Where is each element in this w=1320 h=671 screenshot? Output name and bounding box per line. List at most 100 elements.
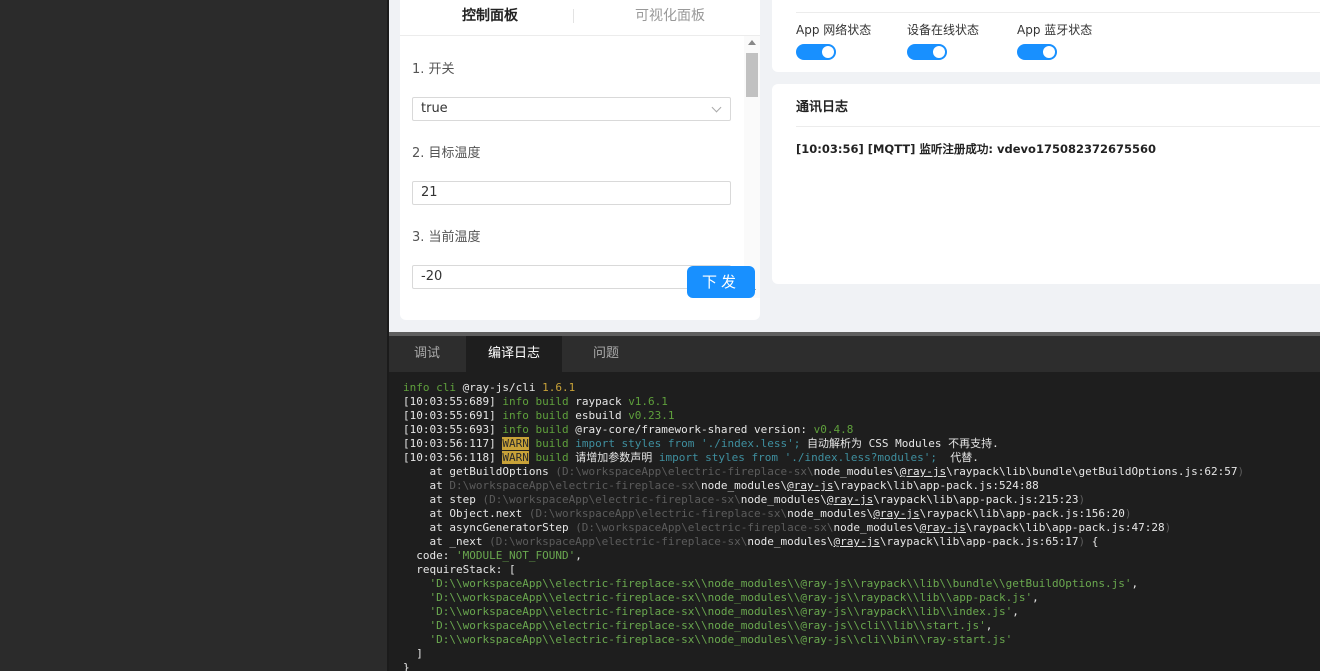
console-segment: ) [1078,493,1086,506]
tab-control-panel[interactable]: 控制面板 [400,6,580,26]
console-segment: at Object.next [403,507,529,520]
console-segment: (D:\workspaceApp\electric-fireplace-sx\ [555,465,814,478]
console-segment: \raypack\lib\app-pack.js:47:28 [965,521,1165,534]
console-segment: (D:\workspaceApp\electric-fireplace-sx\ [482,493,741,506]
bottom-tabs: 调试 编译日志 问题 [389,336,1320,372]
console-segment: @ray-js [826,493,874,506]
console-segment: 1.6.1 [542,381,576,394]
toggle-knob [933,46,945,58]
console-segment: \raypack\lib\app-pack.js:65:17 [879,535,1079,548]
console-line: 'D:\\workspaceApp\\electric-fireplace-sx… [403,577,1320,591]
status-app-network: App 网络状态 [796,22,871,38]
status-app-bluetooth: App 蓝牙状态 [1017,22,1092,38]
send-button[interactable]: 下发 [687,266,755,298]
console-segment: node_modules\ [701,479,788,492]
console-segment: 'MODULE_NOT_FOUND' [455,549,576,562]
current-temp-value: -20 [421,269,443,284]
panel-tabs: 控制面板 可视化面板 [400,0,760,36]
app-bluetooth-toggle[interactable] [1017,44,1057,60]
console-segment: v0.23.1 [628,409,675,422]
scroll-thumb[interactable] [746,53,758,97]
target-temp-input[interactable]: 21 [412,181,731,205]
console-segment: v0.4.8 [813,423,854,436]
console-segment: } [403,661,410,671]
console-segment: code: [403,549,456,562]
console-segment: \raypack\lib\app-pack.js:524:88 [833,479,1039,492]
console-segment: ) [1164,521,1172,534]
console-segment: 自动解析为 CSS Modules 不再支持. [800,437,999,450]
console-segment: 'D:\\workspaceApp\\electric-fireplace-sx… [403,591,1033,604]
console-segment: build [528,451,576,464]
tab-debug[interactable]: 调试 [389,336,465,372]
console-segment: , [1131,577,1139,590]
form-scrollbar[interactable] [744,36,760,298]
console-line: [10:03:55:689] info build raypack v1.6.1 [403,395,1320,409]
console-segment: 'D:\\workspaceApp\\electric-fireplace-sx… [403,633,1013,646]
console-line: 'D:\\workspaceApp\\electric-fireplace-sx… [403,633,1320,647]
target-temp-label: 2. 目标温度 [412,146,481,161]
console-segment: , [1032,591,1039,604]
tab-build-log[interactable]: 编译日志 [466,336,562,372]
console-segment: D:\workspaceApp\electric-fireplace-sx\ [449,479,702,492]
preview-area: 控制面板 可视化面板 1. 开关 true 2. 目标温度 21 3. 当前温度… [389,0,1320,332]
console-segment: esbuild [575,409,629,422]
console-line: info cli @ray-js/cli 1.6.1 [403,381,1320,395]
console-segment: node_modules\ [787,507,874,520]
console-line: [10:03:56:118] WARN build 请增加参数声明 import… [403,451,1320,465]
app-network-toggle[interactable] [796,44,836,60]
toggle-knob [1043,46,1055,58]
console-line: code: 'MODULE_NOT_FOUND', [403,549,1320,563]
console-segment: node_modules\ [833,521,920,534]
device-online-toggle[interactable] [907,44,947,60]
console-segment: 'D:\\workspaceApp\\electric-fireplace-sx… [403,605,1013,618]
control-panel: 控制面板 可视化面板 1. 开关 true 2. 目标温度 21 3. 当前温度… [400,0,760,320]
left-empty-panel [0,0,387,671]
console-line: [10:03:55:693] info build @ray-core/fram… [403,423,1320,437]
console-segment: @ray-js [899,465,947,478]
console-segment: requireStack: [ [403,563,516,576]
console-segment: at _next [403,535,490,548]
comm-log-divider [796,126,1320,127]
chevron-down-icon [711,102,722,113]
comm-log-card: 通讯日志 [10:03:56] [MQTT] 监听注册成功: vdevo1750… [772,84,1320,284]
console-segment: [10:03:56:118] [403,451,503,464]
tab-problems[interactable]: 问题 [562,336,650,372]
console-segment: import styles from './index.less'; [575,437,801,450]
scroll-up-arrow-icon[interactable] [748,40,756,45]
console-segment: node_modules\ [813,465,900,478]
console-segment: import styles from './index.less?modules… [658,451,937,464]
console-segment: @ray-js [873,507,920,520]
console-segment: ) [1124,507,1132,520]
console-segment: ) [1237,465,1245,478]
build-log-console[interactable]: info cli @ray-js/cli 1.6.1 [10:03:55:689]… [389,372,1320,671]
toggle-knob [822,46,834,58]
console-line: ] [403,647,1320,661]
console-segment: , [985,619,993,632]
console-segment: v1.6.1 [628,395,668,408]
console-line: requireStack: [ [403,563,1320,577]
status-label: App 蓝牙状态 [1017,23,1093,37]
console-line: at step (D:\workspaceApp\electric-firepl… [403,493,1320,507]
console-segment: raypack [575,395,629,408]
console-segment: info build [502,409,576,422]
tab-visual-panel[interactable]: 可视化面板 [580,6,760,26]
status-label: App 网络状态 [796,23,872,37]
current-temp-input[interactable]: -20 [412,265,731,289]
comm-log-entry: [10:03:56] [MQTT] 监听注册成功: vdevo175082372… [796,142,1156,156]
console-segment: [10:03:55:691] [403,409,503,422]
switch-label: 1. 开关 [412,62,455,77]
console-line: at D:\workspaceApp\electric-fireplace-sx… [403,479,1320,493]
console-line: at _next (D:\workspaceApp\electric-firep… [403,535,1320,549]
switch-select[interactable]: true [412,97,731,121]
console-segment: , [575,549,582,562]
console-segment: 请增加参数声明 [575,451,659,464]
console-line: 'D:\\workspaceApp\\electric-fireplace-sx… [403,605,1320,619]
console-segment: @ray-js [833,535,880,548]
console-segment: \raypack\lib\app-pack.js:215:23 [873,493,1079,506]
status-device-online: 设备在线状态 [907,22,979,38]
current-temp-label: 3. 当前温度 [412,230,481,245]
switch-select-value: true [421,101,448,116]
console-line: at Object.next (D:\workspaceApp\electric… [403,507,1320,521]
status-card: App 网络状态 设备在线状态 App 蓝牙状态 [772,0,1320,72]
console-segment: info build [502,423,576,436]
